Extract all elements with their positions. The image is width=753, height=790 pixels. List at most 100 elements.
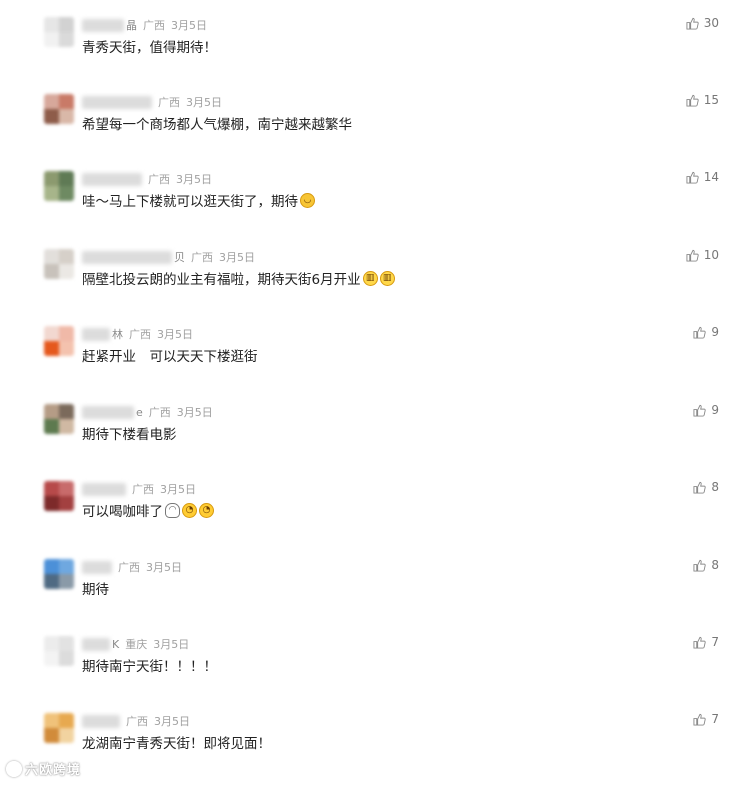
avatar[interactable] bbox=[44, 171, 74, 201]
comment-text: 哇～马上下楼就可以逛天街了，期待 bbox=[82, 194, 298, 210]
location-label: 广西 bbox=[126, 715, 148, 728]
avatar[interactable] bbox=[44, 636, 74, 666]
location-label: 广西 bbox=[118, 561, 140, 574]
avatar[interactable] bbox=[44, 481, 74, 511]
comment-item: 广西 3月5日 希望每一个商场都人气爆棚，南宁越来越繁华 15 bbox=[0, 93, 753, 171]
username-tail: 贝 bbox=[174, 251, 185, 264]
comment-date: 3月5日 bbox=[186, 96, 222, 109]
avatar[interactable] bbox=[44, 326, 74, 356]
comment-date: 3月5日 bbox=[171, 19, 207, 32]
comment-text: 期待 bbox=[82, 582, 109, 598]
username-blurred[interactable] bbox=[82, 560, 112, 574]
location-label: 广西 bbox=[132, 483, 154, 496]
username-blurred[interactable] bbox=[82, 172, 142, 186]
comment-text: 可以喝咖啡了 bbox=[82, 504, 163, 520]
thumbs-up-icon bbox=[693, 559, 707, 572]
watermark-logo-icon bbox=[6, 760, 22, 777]
like-count: 30 bbox=[703, 16, 719, 30]
grinning-face-icon: ▥ bbox=[362, 270, 378, 286]
username-blurred[interactable] bbox=[82, 637, 110, 651]
comment-date: 3月5日 bbox=[146, 561, 182, 574]
comment-item: 林广西 3月5日赶紧开业 可以天天下楼逛街 9 bbox=[0, 325, 753, 403]
comment-text-line: 期待 bbox=[82, 578, 109, 598]
username-tail: 林 bbox=[112, 328, 123, 341]
like-count: 14 bbox=[703, 170, 719, 184]
like-button[interactable]: 30 bbox=[686, 16, 719, 30]
avatar[interactable] bbox=[44, 94, 74, 124]
location-label: 广西 bbox=[158, 96, 180, 109]
comment-meta: 贝广西 3月5日 bbox=[82, 249, 255, 265]
comment-text-line: 青秀天街，值得期待！ bbox=[82, 36, 217, 56]
location-label: 重庆 bbox=[125, 638, 148, 651]
location-label: 广西 bbox=[148, 406, 171, 419]
like-button[interactable]: 8 bbox=[693, 558, 719, 572]
comment-text: 期待下楼看电影 bbox=[82, 427, 177, 443]
thumbs-up-icon bbox=[686, 17, 699, 30]
like-button[interactable]: 10 bbox=[686, 248, 719, 262]
like-count: 9 bbox=[711, 325, 719, 339]
like-count: 7 bbox=[711, 712, 719, 726]
like-button[interactable]: 9 bbox=[693, 403, 719, 417]
watermark-text: 六欧跨境 bbox=[25, 763, 82, 778]
comment-text: 隔壁北投云朗的业主有福啦，期待天街6月开业 bbox=[82, 272, 361, 288]
username-blurred[interactable] bbox=[82, 18, 124, 32]
like-count: 7 bbox=[711, 635, 719, 649]
username-blurred[interactable] bbox=[82, 327, 110, 341]
comment-meta: K 重庆 3月5日 bbox=[82, 636, 189, 652]
thumbs-up-icon bbox=[686, 171, 699, 184]
avatar[interactable] bbox=[44, 404, 74, 434]
comment-date: 3月5日 bbox=[176, 406, 213, 419]
comment-date: 3月5日 bbox=[154, 715, 190, 728]
avatar[interactable] bbox=[44, 249, 74, 279]
comment-text: 期待南宁天街！！！！ bbox=[82, 659, 217, 675]
comment-text-line: 龙湖南宁青秀天街！即将见面！ bbox=[82, 732, 271, 752]
like-button[interactable]: 9 bbox=[693, 325, 719, 339]
location-label: 广西 bbox=[148, 173, 170, 186]
username-blurred[interactable] bbox=[82, 482, 126, 496]
username-blurred[interactable] bbox=[82, 250, 172, 264]
comment-text-line: 可以喝咖啡了 ◠ ◔ ◔ bbox=[82, 500, 214, 520]
comment-text-line: 隔壁北投云朗的业主有福啦，期待天街6月开业 ▥ ▥ bbox=[82, 268, 395, 288]
comment-text-line: 赶紧开业 可以天天下楼逛街 bbox=[82, 345, 258, 365]
watermark: 六欧跨境 bbox=[6, 759, 81, 778]
comment-date: 3月5日 bbox=[160, 483, 196, 496]
thinking-face-icon: ◔ bbox=[182, 502, 197, 518]
avatar[interactable] bbox=[44, 559, 74, 589]
comment-text-line: 期待南宁天街！！！！ bbox=[82, 655, 217, 675]
avatar[interactable] bbox=[44, 17, 74, 47]
thumbs-up-icon bbox=[693, 636, 707, 649]
thumbs-up-icon bbox=[686, 94, 699, 107]
like-button[interactable]: 15 bbox=[686, 93, 719, 107]
thinking-face-icon: ◔ bbox=[199, 502, 214, 518]
location-label: 广西 bbox=[129, 328, 151, 341]
like-count: 8 bbox=[711, 480, 719, 494]
avatar[interactable] bbox=[44, 713, 74, 743]
comment-item: K 重庆 3月5日期待南宁天街！！！！ 7 bbox=[0, 635, 753, 713]
thumbs-up-icon bbox=[693, 404, 707, 417]
location-label: 广西 bbox=[191, 251, 213, 264]
comment-item: 晶广西 3月5日 青秀天街，值得期待！ 30 bbox=[0, 16, 753, 94]
like-count: 10 bbox=[703, 248, 719, 262]
comment-meta: 林广西 3月5日 bbox=[82, 326, 193, 342]
like-button[interactable]: 14 bbox=[686, 170, 719, 184]
comment-item: 贝广西 3月5日隔壁北投云朗的业主有福啦，期待天街6月开业 ▥ ▥ 10 bbox=[0, 248, 753, 326]
username-blurred[interactable] bbox=[82, 405, 134, 419]
comment-meta: 广西 3月5日 bbox=[82, 713, 190, 729]
like-button[interactable]: 7 bbox=[693, 635, 719, 649]
cloud-face-icon: ◠ bbox=[165, 502, 180, 518]
like-count: 15 bbox=[703, 93, 719, 107]
username-blurred[interactable] bbox=[82, 95, 152, 109]
comment-text: 龙湖南宁青秀天街！即将见面！ bbox=[82, 736, 271, 752]
comment-text: 赶紧开业 可以天天下楼逛街 bbox=[82, 349, 258, 365]
username-blurred[interactable] bbox=[82, 714, 120, 728]
like-count: 9 bbox=[711, 403, 719, 417]
like-button[interactable]: 7 bbox=[693, 712, 719, 726]
comment-item: 广西 3月5日 可以喝咖啡了 ◠ ◔ ◔ 8 bbox=[0, 480, 753, 558]
username-tail: 晶 bbox=[126, 19, 137, 32]
comment-text: 青秀天街，值得期待！ bbox=[82, 40, 217, 56]
comment-text-line: 期待下楼看电影 bbox=[82, 423, 177, 443]
thumbs-up-icon bbox=[693, 326, 707, 339]
comment-date: 3月5日 bbox=[219, 251, 255, 264]
thumbs-up-icon bbox=[693, 713, 707, 726]
like-button[interactable]: 8 bbox=[693, 480, 719, 494]
